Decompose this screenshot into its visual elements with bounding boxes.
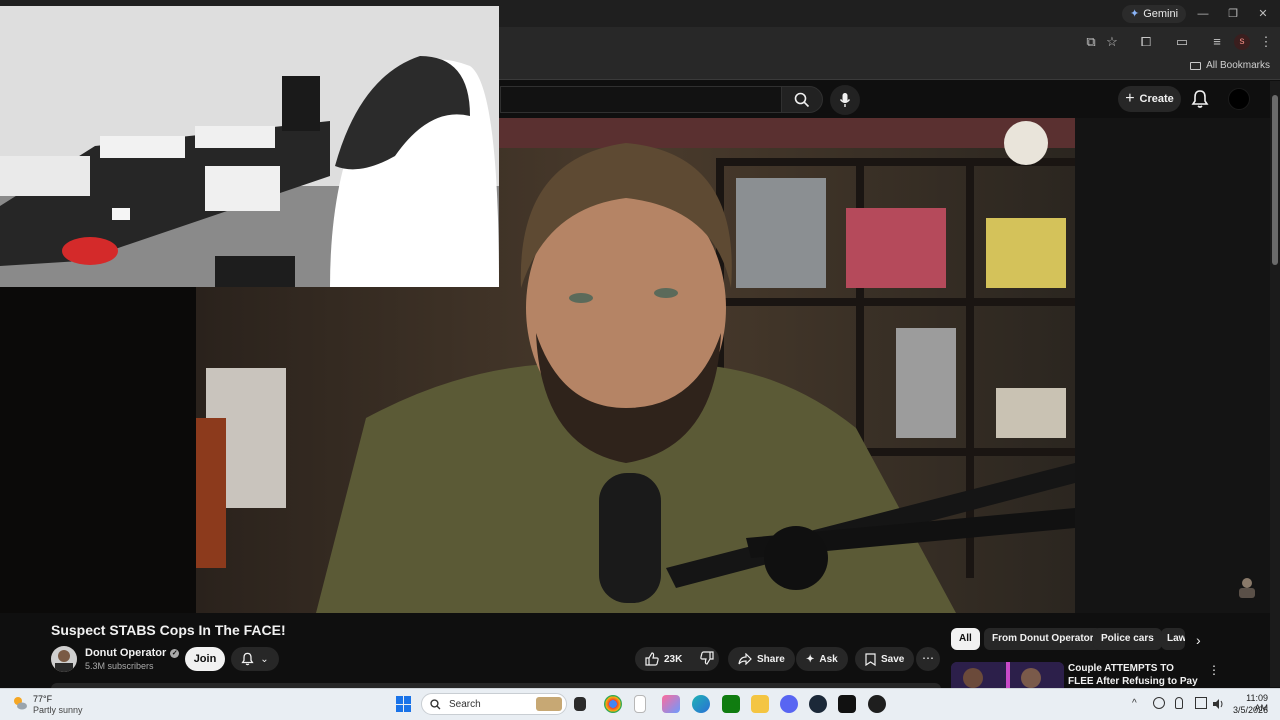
chevron-down-icon: ⌄ [260, 653, 269, 665]
share-button[interactable]: Share [728, 647, 795, 671]
channel-name-label: Donut Operator [85, 647, 167, 659]
folder-icon [1190, 61, 1202, 70]
discord-icon[interactable] [780, 695, 798, 713]
more-actions-button[interactable]: ⋯ [916, 647, 940, 671]
gemini-button[interactable]: ✦ Gemini [1122, 5, 1187, 23]
youtube-search-button[interactable] [781, 86, 823, 113]
chip-all[interactable]: All [951, 628, 980, 650]
gemini-label: Gemini [1143, 8, 1179, 20]
webcam-overlay-image [0, 6, 499, 287]
ask-button[interactable]: ✦ Ask [796, 647, 848, 671]
edge-icon[interactable] [692, 695, 710, 713]
recording-app-icon[interactable] [868, 695, 886, 713]
windows-start-icon[interactable] [396, 696, 412, 712]
dislike-button[interactable] [700, 650, 714, 668]
search-highlight-icon [536, 697, 562, 711]
channel-avatar-image [51, 646, 77, 672]
ask-label: Ask [819, 653, 838, 665]
video-letterbox-left [0, 287, 196, 613]
subscriber-count: 5.3M subscribers [85, 661, 154, 671]
recommendation-thumbnail[interactable] [951, 662, 1064, 688]
taskbar-search-label: Search [449, 698, 481, 710]
search-icon [794, 92, 810, 107]
tray-overflow-icon[interactable]: ^ [1132, 698, 1137, 709]
weather-description[interactable]: Partly sunny [33, 705, 83, 715]
clock-date[interactable]: 3/5/2026 [1228, 705, 1268, 715]
video-title: Suspect STABS Cops In The FACE! [51, 622, 286, 638]
volume-icon[interactable] [1212, 697, 1224, 709]
install-app-icon[interactable]: ⧉ [1083, 34, 1099, 50]
verified-check-icon: ✓ [170, 648, 180, 658]
thumbs-down-icon [700, 650, 714, 665]
copilot-icon[interactable] [662, 695, 680, 713]
video-ambient-right [1075, 118, 1270, 613]
like-dislike-group: 23K [635, 647, 719, 671]
channel-name-link[interactable]: Donut Operator ✓ [85, 647, 180, 659]
restore-window-icon[interactable]: ❐ [1218, 6, 1248, 22]
gemini-sparkle-icon: ✦ [1130, 8, 1140, 20]
subscription-notifications-button[interactable]: ⌄ [231, 647, 279, 671]
tray-app-icon[interactable] [1153, 697, 1165, 709]
file-explorer-icon[interactable] [751, 695, 769, 713]
chip-police-cars[interactable]: Police cars [1093, 628, 1162, 650]
recommendation-thumbnail-image [951, 662, 1064, 688]
share-label: Share [757, 653, 785, 665]
microphone-icon [839, 93, 851, 107]
page-scrollbar-thumb[interactable] [1272, 95, 1278, 265]
chip-law[interactable]: Law [1161, 628, 1185, 650]
minimize-window-icon[interactable]: — [1188, 6, 1218, 22]
network-icon[interactable] [1195, 697, 1207, 709]
media-app-icon[interactable] [838, 695, 856, 713]
create-button[interactable]: + Create [1118, 86, 1181, 112]
thumbs-up-icon [645, 652, 659, 666]
voice-search-button[interactable] [830, 85, 860, 115]
notifications-button[interactable] [1191, 89, 1211, 109]
weather-temperature[interactable]: 77°F [33, 694, 52, 704]
bookmark-icon [865, 652, 876, 666]
channel-avatar[interactable] [51, 646, 77, 672]
chip-from-channel[interactable]: From Donut Operator [984, 628, 1102, 650]
account-avatar[interactable] [1228, 88, 1250, 110]
mini-player-thumbnail[interactable] [1236, 576, 1258, 598]
save-button[interactable]: Save [855, 647, 915, 671]
notepad-icon[interactable] [634, 695, 646, 713]
mini-thumb-image [1239, 578, 1255, 598]
sparkle-icon: ✦ [806, 653, 815, 665]
bell-icon [1191, 90, 1209, 108]
partly-sunny-icon[interactable] [12, 695, 28, 711]
bell-icon [241, 652, 254, 666]
steam-icon[interactable] [809, 695, 827, 713]
taskbar-search-box[interactable]: Search [421, 693, 567, 715]
share-arrow-icon [738, 653, 752, 665]
recommendation-menu-icon[interactable]: ⋮ [1208, 663, 1220, 677]
bookmark-star-icon[interactable]: ☆ [1104, 34, 1120, 50]
reading-list-icon[interactable]: ≡ [1209, 34, 1225, 50]
search-icon [430, 698, 441, 709]
extensions-icon[interactable]: ⧠ [1138, 34, 1154, 50]
all-bookmarks-button[interactable]: All Bookmarks [1190, 60, 1270, 71]
microphone-icon[interactable] [1175, 697, 1183, 709]
all-bookmarks-label: All Bookmarks [1206, 60, 1270, 71]
browser-menu-icon[interactable]: ⋮ [1258, 34, 1274, 50]
like-button[interactable]: 23K [645, 652, 682, 666]
split-view-icon[interactable]: ▭ [1174, 34, 1190, 50]
youtube-search-input[interactable] [500, 86, 781, 113]
xbox-icon[interactable] [722, 695, 740, 713]
join-button[interactable]: Join [185, 647, 225, 671]
close-window-icon[interactable]: ✕ [1248, 6, 1278, 22]
plus-icon: + [1125, 90, 1135, 107]
chevron-right-icon[interactable]: › [1196, 633, 1210, 647]
webcam-overlay [0, 6, 499, 287]
address-bar[interactable] [500, 31, 1280, 53]
like-count: 23K [664, 653, 683, 665]
create-label: Create [1139, 93, 1174, 105]
chrome-icon[interactable] [604, 695, 622, 713]
profile-avatar[interactable]: s [1234, 34, 1250, 50]
task-view-icon[interactable] [574, 697, 586, 711]
save-label: Save [881, 653, 905, 665]
